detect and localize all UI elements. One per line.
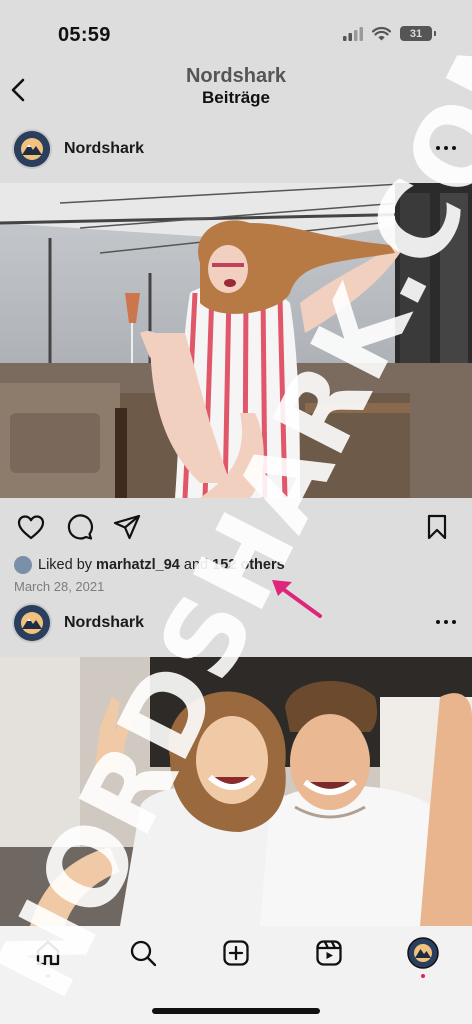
- header-account-name: Nordshark: [185, 65, 287, 87]
- more-options-icon[interactable]: [434, 136, 458, 160]
- liker-avatar: [14, 556, 32, 574]
- tab-home[interactable]: [31, 936, 65, 970]
- post-header: Nordshark: [0, 126, 472, 172]
- search-icon: [130, 940, 157, 967]
- page-title: Beiträge: [201, 88, 271, 107]
- reels-icon: [316, 940, 342, 966]
- likes-summary[interactable]: Liked by marhatzl_94 and 152 others: [14, 555, 285, 575]
- profile-avatar-icon: [407, 937, 439, 969]
- liked-by-username[interactable]: marhatzl_94: [96, 557, 180, 573]
- status-bar: 05:59 31: [0, 0, 472, 60]
- post-date: March 28, 2021: [14, 579, 105, 594]
- bookmark-icon[interactable]: [422, 512, 452, 542]
- profile-notification-dot: [421, 974, 425, 978]
- heart-icon[interactable]: [16, 512, 46, 542]
- likes-others-count[interactable]: 152 others: [212, 557, 285, 573]
- home-notification-dot: [46, 974, 50, 978]
- post-photo[interactable]: [0, 183, 472, 498]
- post-action-bar: [0, 508, 472, 548]
- status-time: 05:59: [58, 24, 111, 46]
- header-titles: Nordshark Beiträge: [0, 65, 472, 109]
- liked-by-and: and: [183, 557, 209, 573]
- plus-square-icon: [223, 940, 249, 966]
- post-image-couple-selfie: [0, 657, 472, 926]
- tab-reels[interactable]: [312, 936, 346, 970]
- battery-icon: 31: [400, 26, 436, 41]
- shark-logo-icon: [14, 605, 50, 641]
- home-indicator: [152, 1008, 320, 1014]
- more-options-icon[interactable]: [434, 610, 458, 634]
- post-image-woman-laughing: [0, 183, 472, 498]
- nav-header: Nordshark Beiträge: [0, 60, 472, 120]
- home-icon: [36, 940, 60, 966]
- status-icons: 31: [343, 26, 436, 41]
- post-username[interactable]: Nordshark: [64, 614, 144, 632]
- tab-search[interactable]: [126, 936, 160, 970]
- tab-create[interactable]: [219, 936, 253, 970]
- signal-icon: [343, 26, 363, 41]
- post-photo[interactable]: [0, 657, 472, 926]
- wifi-icon: [372, 26, 391, 40]
- post-username[interactable]: Nordshark: [64, 140, 144, 158]
- comment-icon[interactable]: [64, 512, 94, 542]
- shark-logo-icon: [14, 131, 50, 167]
- post-avatar[interactable]: [14, 131, 50, 167]
- post-avatar[interactable]: [14, 605, 50, 641]
- liked-by-prefix: Liked by: [38, 557, 93, 573]
- tab-profile[interactable]: [406, 936, 440, 970]
- post-header: Nordshark: [0, 600, 472, 646]
- share-paper-plane-icon[interactable]: [112, 512, 142, 542]
